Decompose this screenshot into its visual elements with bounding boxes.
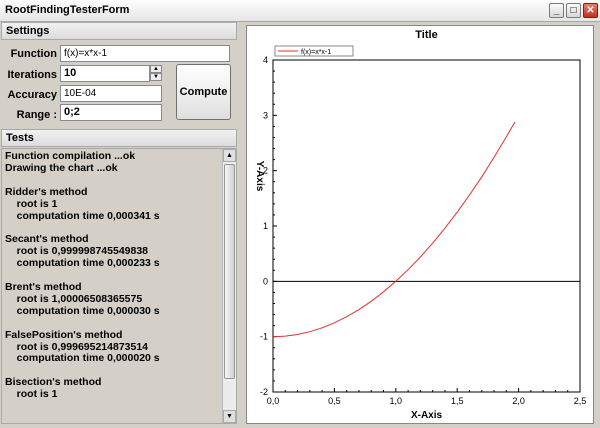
tests-log-line: computation time 0,000341 s (5, 209, 160, 222)
tests-log-line: root is 1 (5, 388, 58, 401)
tests-log-line: FalsePosition's method (5, 328, 123, 341)
tests-log-line: computation time 0,000020 s (5, 352, 160, 365)
series-line (272, 121, 516, 338)
tests-header: Tests (1, 129, 237, 147)
scroll-down-icon[interactable]: ▼ (223, 410, 236, 423)
minimize-icon[interactable]: _ (549, 3, 564, 18)
tests-log-line: computation time 0,000030 s (5, 304, 160, 317)
scroll-up-icon[interactable]: ▲ (223, 149, 236, 162)
y-tick-label: 1 (263, 221, 268, 231)
tests-log-line: root is 1,00006508365575 (5, 292, 143, 305)
tests-scrollbar[interactable]: ▲ ▼ (222, 149, 236, 423)
window-title: RootFindingTesterForm (5, 4, 130, 16)
tests-log-line (5, 318, 223, 330)
stepper-down-icon[interactable]: ▼ (150, 73, 162, 81)
tests-log-line (5, 175, 223, 187)
iterations-stepper[interactable]: ▲ ▼ (150, 65, 162, 82)
range-label: Range : (16, 109, 57, 121)
chart-title: Title (415, 29, 437, 41)
x-tick-label: 0,5 (328, 396, 341, 406)
x-axis-label: X-Axis (411, 410, 443, 421)
y-tick-label: 3 (263, 110, 268, 120)
function-label: Function (10, 48, 57, 60)
x-tick-label: 0,0 (267, 396, 280, 406)
legend-label: f(x)=x*x-1 (301, 49, 331, 56)
scroll-thumb[interactable] (224, 164, 235, 379)
x-tick-label: 1,0 (390, 396, 403, 406)
tests-output: Function compilation ...ok Drawing the ch… (1, 148, 237, 424)
x-tick-label: 1,5 (451, 396, 464, 406)
tests-log-line: computation time 0,000233 s (5, 257, 160, 270)
close-icon[interactable]: ✕ (583, 3, 598, 18)
title-bar: RootFindingTesterForm _ □ ✕ (0, 0, 600, 22)
settings-header: Settings (1, 22, 237, 40)
maximize-icon[interactable]: □ (566, 3, 581, 18)
iterations-field[interactable]: 10 (60, 65, 150, 82)
x-tick-label: 2,5 (574, 396, 587, 406)
function-field[interactable]: f(x)=x*x-1 (60, 45, 230, 62)
chart-svg: Title0,0 0,5 1,0 1,5 2,0 2,5-2-101234X-AxisY-… (254, 29, 587, 421)
accuracy-field[interactable]: 10E-04 (60, 85, 162, 102)
chart-panel: Title 0,0 0,5 1,0 1,5 2,0 2,5 -2 -1 0 1 2 3 4 X-Axis Y-… (246, 25, 594, 424)
compute-button[interactable]: Compute (176, 64, 231, 120)
plot-frame (272, 59, 581, 393)
x-tick-label: 2,0 (512, 396, 525, 406)
stepper-up-icon[interactable]: ▲ (150, 65, 162, 73)
iterations-label: Iterations (7, 69, 57, 81)
y-tick-label: 4 (263, 55, 268, 65)
y-tick-label: -1 (260, 332, 268, 342)
y-tick-label: -2 (260, 387, 268, 397)
accuracy-label: Accuracy (7, 89, 57, 101)
range-field[interactable]: 0;2 (60, 104, 162, 121)
tests-log-line: root is 1 (5, 197, 58, 210)
y-axis-label: Y-Axis (254, 161, 265, 192)
tests-log: Function compilation ...ok Drawing the ch… (5, 151, 223, 421)
tests-log-line: Drawing the chart ...ok (5, 161, 118, 174)
y-tick-label: 0 (263, 276, 268, 286)
tests-log-line: Ridder's method (5, 185, 88, 198)
